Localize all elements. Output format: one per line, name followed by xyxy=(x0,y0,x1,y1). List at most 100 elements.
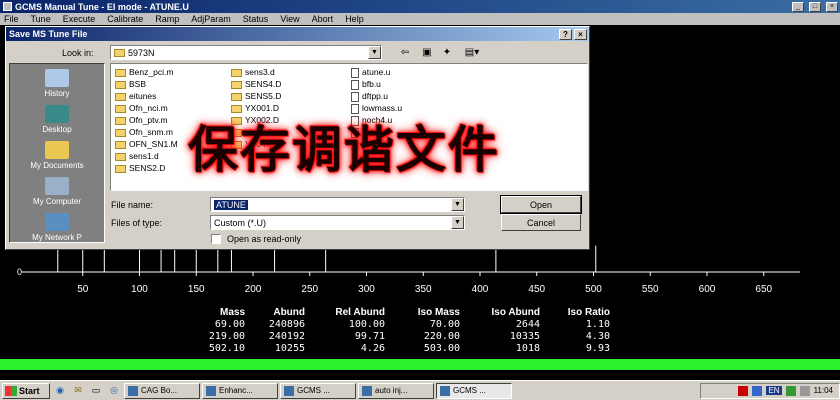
menu-adjparam[interactable]: AdjParam xyxy=(191,14,231,24)
taskbar-task[interactable]: Enhanc... xyxy=(202,382,278,399)
tray-app-icon[interactable] xyxy=(785,385,796,396)
task-label: auto inj... xyxy=(375,386,408,395)
task-label: Enhanc... xyxy=(219,386,253,395)
main-title-bar[interactable]: GCMS Manual Tune - EI mode - ATUNE.U _ □… xyxy=(0,0,840,13)
taskbar-task[interactable]: CAG Bo... xyxy=(124,382,200,399)
file-item[interactable]: dftpp.u xyxy=(351,90,402,102)
back-icon[interactable]: ⇦ xyxy=(398,47,412,60)
folder-icon xyxy=(115,68,126,77)
file-item[interactable]: Ofn_ptv.m xyxy=(115,114,178,126)
window-title: GCMS Manual Tune - EI mode - ATUNE.U xyxy=(15,1,189,12)
file-item[interactable]: SENS2.D xyxy=(115,162,178,174)
taskbar-task[interactable]: auto inj... xyxy=(358,382,434,399)
maximize-button[interactable]: □ xyxy=(809,1,821,12)
start-button[interactable]: Start xyxy=(2,382,50,399)
network-icon xyxy=(45,213,69,231)
x-tick-label: 100 xyxy=(131,284,148,295)
results-cell: 1018 xyxy=(515,343,540,354)
place-history[interactable]: History xyxy=(10,64,104,100)
file-item[interactable]: bfb.u xyxy=(351,78,402,90)
new-folder-icon[interactable]: ✦ xyxy=(440,47,454,60)
x-tick-label: 400 xyxy=(472,284,489,295)
quicklaunch-desktop-icon[interactable]: ▭ xyxy=(88,384,104,398)
places-bar: History Desktop My Documents My Computer… xyxy=(9,63,105,243)
menu-status[interactable]: Status xyxy=(243,14,269,24)
menu-tune[interactable]: Tune xyxy=(31,14,51,24)
menu-ramp[interactable]: Ramp xyxy=(155,14,179,24)
place-desktop[interactable]: Desktop xyxy=(10,100,104,136)
dialog-close-button[interactable]: × xyxy=(574,28,587,40)
place-my-computer[interactable]: My Computer xyxy=(10,172,104,208)
readonly-label: Open as read-only xyxy=(227,234,302,244)
folder-icon xyxy=(115,116,126,125)
place-label: My Computer xyxy=(32,197,81,206)
chevron-down-icon[interactable]: ▼ xyxy=(368,46,381,59)
file-item[interactable]: eitunes xyxy=(115,90,178,102)
x-tick-label: 50 xyxy=(77,284,89,295)
dialog-title-bar[interactable]: Save MS Tune File ? × xyxy=(6,27,589,41)
folder-icon xyxy=(115,128,126,137)
results-cell: 503.00 xyxy=(423,343,460,354)
file-name: Ofn_ptv.m xyxy=(129,115,168,125)
tray-adobe-icon[interactable] xyxy=(738,385,749,396)
file-item[interactable]: BSB xyxy=(115,78,178,90)
results-column-header: Iso Abund xyxy=(491,307,540,318)
folder-icon xyxy=(231,80,242,89)
x-tick-label: 550 xyxy=(642,284,659,295)
view-menu-icon[interactable]: ▤▾ xyxy=(462,47,482,60)
file-item[interactable]: Ofn_nci.m xyxy=(115,102,178,114)
file-name: sens1.d xyxy=(129,151,159,161)
menu-execute[interactable]: Execute xyxy=(63,14,96,24)
tray-volume-icon[interactable] xyxy=(799,385,810,396)
chevron-down-icon[interactable]: ▼ xyxy=(451,216,464,229)
task-app-icon xyxy=(284,385,294,396)
menu-file[interactable]: File xyxy=(4,14,19,24)
y-zero-label: 0 xyxy=(17,267,22,277)
menu-view[interactable]: View xyxy=(280,14,299,24)
file-item[interactable]: YX001.D xyxy=(231,102,281,114)
results-column-header: Iso Mass xyxy=(417,307,460,318)
look-in-combo[interactable]: 5973N ▼ xyxy=(110,45,382,60)
open-button[interactable]: Open xyxy=(500,195,582,214)
folder-icon xyxy=(231,68,242,77)
place-network[interactable]: My Network P xyxy=(10,208,104,244)
folder-icon xyxy=(114,48,125,57)
cancel-button[interactable]: Cancel xyxy=(501,214,581,231)
menu-abort[interactable]: Abort xyxy=(312,14,334,24)
quicklaunch-browser-icon[interactable]: ◉ xyxy=(52,384,68,398)
place-my-documents[interactable]: My Documents xyxy=(10,136,104,172)
file-item[interactable]: atune.u xyxy=(351,66,402,78)
file-item[interactable]: lowmass.u xyxy=(351,102,402,114)
menu-help[interactable]: Help xyxy=(345,14,364,24)
quicklaunch-email-icon[interactable]: ✉ xyxy=(70,384,86,398)
results-row: 69.00 240896 100.00 70.00 2644 1.10 xyxy=(180,319,680,331)
language-indicator[interactable]: EN xyxy=(766,386,782,395)
taskbar-task[interactable]: GCMS ... xyxy=(436,382,512,399)
file-item[interactable]: OFN_SN1.M xyxy=(115,138,178,150)
menu-calibrate[interactable]: Calibrate xyxy=(107,14,143,24)
file-item[interactable]: sens1.d xyxy=(115,150,178,162)
chevron-down-icon[interactable]: ▼ xyxy=(451,198,464,211)
file-icon xyxy=(351,91,359,102)
quicklaunch-web-icon[interactable]: ◎ xyxy=(106,384,122,398)
file-item[interactable]: SENS4.D xyxy=(231,78,281,90)
task-label: GCMS ... xyxy=(453,386,486,395)
taskbar-task[interactable]: GCMS ... xyxy=(280,382,356,399)
file-icon xyxy=(351,103,359,114)
file-item[interactable]: SENS5.D xyxy=(231,90,281,102)
file-item[interactable]: Benz_pci.m xyxy=(115,66,178,78)
results-header: Mass Abund Rel Abund Iso Mass Iso Abund Iso R… xyxy=(180,307,680,319)
tray-network-icon[interactable] xyxy=(752,385,763,396)
x-tick-label: 350 xyxy=(415,284,432,295)
minimize-button[interactable]: _ xyxy=(792,1,804,12)
results-cell: 10255 xyxy=(274,343,305,354)
file-item[interactable]: sens3.d xyxy=(231,66,281,78)
results-cell: 4.26 xyxy=(360,343,385,354)
file-item[interactable]: Ofn_snm.m xyxy=(115,126,178,138)
filetype-select[interactable]: Custom (*.U) ▼ xyxy=(210,215,465,230)
up-folder-icon[interactable]: ▣ xyxy=(420,47,434,60)
help-button[interactable]: ? xyxy=(559,28,572,40)
close-button[interactable]: × xyxy=(826,1,838,12)
readonly-checkbox[interactable] xyxy=(211,234,221,244)
filename-input[interactable]: ATUNE ▼ xyxy=(210,197,465,212)
